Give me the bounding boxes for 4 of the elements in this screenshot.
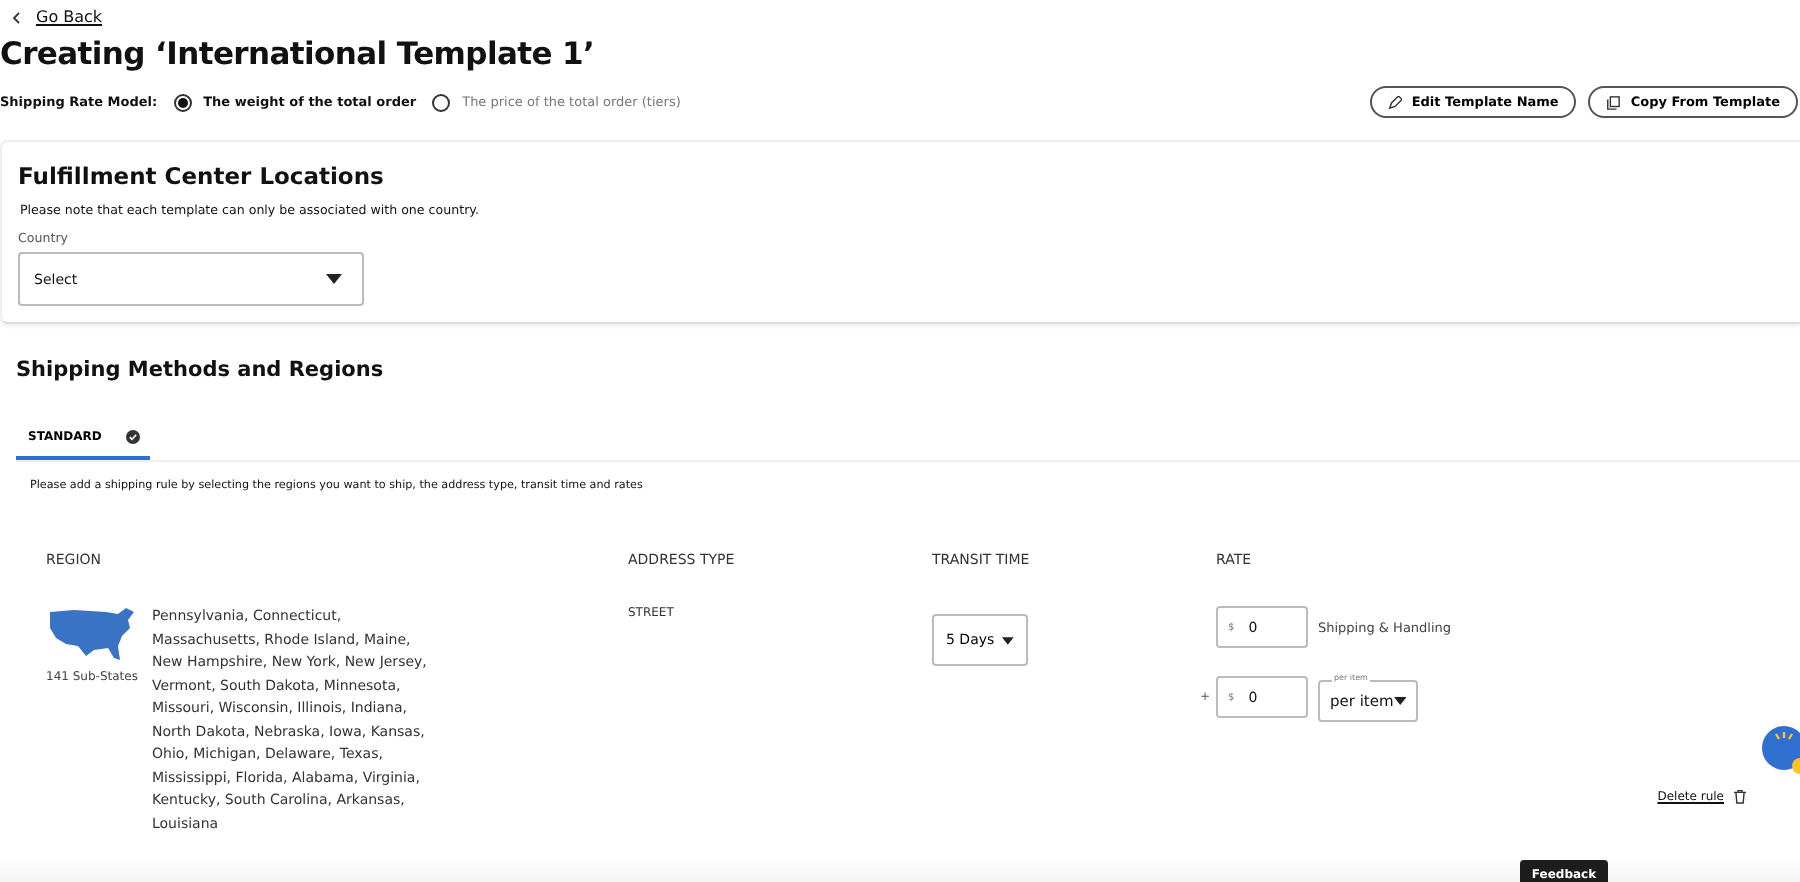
go-back-link[interactable]: Go Back bbox=[36, 8, 103, 26]
page-title: Creating ‘International Template 1’ bbox=[0, 36, 597, 72]
section-heading: Shipping Methods and Regions bbox=[16, 358, 386, 382]
section-heading: Fulfillment Center Locations bbox=[18, 162, 386, 190]
